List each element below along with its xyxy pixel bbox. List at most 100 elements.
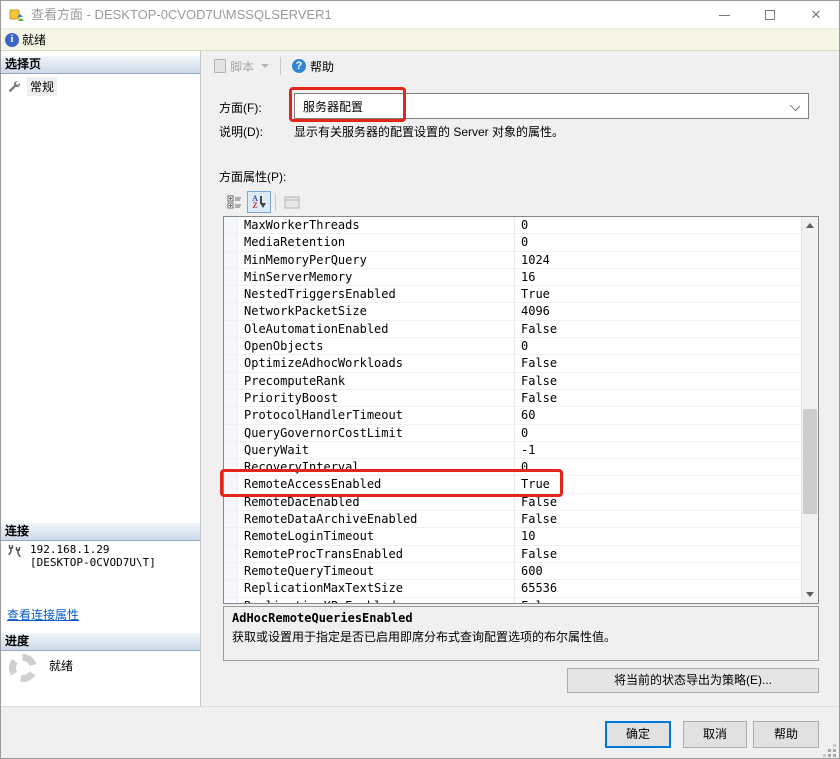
facets-app-icon <box>9 7 25 23</box>
property-value[interactable]: 0 <box>514 338 801 354</box>
categorized-view-button[interactable] <box>223 191 247 213</box>
property-value[interactable]: 16 <box>514 269 801 285</box>
property-row[interactable]: RemoteAccessEnabledTrue <box>224 476 801 493</box>
property-name: MediaRetention <box>238 234 514 250</box>
row-gutter <box>224 425 238 441</box>
property-value[interactable]: -1 <box>514 442 801 458</box>
property-value[interactable]: 10 <box>514 528 801 544</box>
property-row[interactable]: PrecomputeRankFalse <box>224 373 801 390</box>
scroll-down-icon <box>806 592 814 597</box>
property-row[interactable]: QueryGovernorCostLimit0 <box>224 425 801 442</box>
property-value[interactable]: True <box>514 476 801 492</box>
property-row[interactable]: RecoveryInterval0 <box>224 459 801 476</box>
alphabetical-sort-button[interactable]: AZ <box>247 191 271 213</box>
property-value[interactable]: 60 <box>514 407 801 423</box>
categorized-icon <box>227 194 243 210</box>
select-page-header: 选择页 <box>1 56 200 74</box>
property-value[interactable]: 0 <box>514 459 801 475</box>
property-name: RemoteProcTransEnabled <box>238 546 514 562</box>
dialog-footer: 确定 取消 帮助 <box>1 706 839 759</box>
property-row[interactable]: MinServerMemory16 <box>224 269 801 286</box>
property-row[interactable]: RemoteQueryTimeout600 <box>224 563 801 580</box>
property-value[interactable]: 0 <box>514 217 801 233</box>
view-connection-properties-link[interactable]: 查看连接属性 <box>7 606 79 623</box>
property-row[interactable]: PriorityBoostFalse <box>224 390 801 407</box>
row-gutter <box>224 598 238 603</box>
property-value[interactable]: 0 <box>514 234 801 250</box>
ok-button[interactable]: 确定 <box>605 721 671 748</box>
property-row[interactable]: RemoteProcTransEnabledFalse <box>224 546 801 563</box>
help-toolbar-button[interactable]: ? 帮助 <box>288 56 338 77</box>
property-row[interactable]: QueryWait-1 <box>224 442 801 459</box>
property-row[interactable]: RemoteLoginTimeout10 <box>224 528 801 545</box>
command-toolbar: 脚本 ? 帮助 <box>202 51 840 81</box>
property-grid[interactable]: MaxWorkerThreads0MediaRetention0MinMemor… <box>223 216 819 604</box>
maximize-button[interactable] <box>747 1 793 29</box>
property-value[interactable]: 0 <box>514 425 801 441</box>
close-button[interactable]: ✕ <box>793 1 839 29</box>
property-name: RemoteDacEnabled <box>238 494 514 510</box>
vertical-scrollbar[interactable] <box>801 217 818 603</box>
property-value[interactable]: False <box>514 373 801 389</box>
property-value[interactable]: False <box>514 511 801 527</box>
titlebar: 查看方面 - DESKTOP-0CVOD7U\MSSQLSERVER1 ✕ <box>1 1 839 29</box>
row-gutter <box>224 494 238 510</box>
property-row[interactable]: ProtocolHandlerTimeout60 <box>224 407 801 424</box>
script-icon <box>214 59 226 73</box>
property-name: MinMemoryPerQuery <box>238 252 514 268</box>
property-row[interactable]: OleAutomationEnabledFalse <box>224 321 801 338</box>
help-button[interactable]: 帮助 <box>753 721 819 748</box>
property-value[interactable]: False <box>514 321 801 337</box>
property-row[interactable]: ReplicationMaxTextSize65536 <box>224 580 801 597</box>
row-gutter <box>224 321 238 337</box>
property-value[interactable]: False <box>514 355 801 371</box>
property-row[interactable]: NetworkPacketSize4096 <box>224 303 801 320</box>
connection-icon <box>7 543 23 559</box>
export-policy-button[interactable]: 将当前的状态导出为策略(E)... <box>567 668 819 693</box>
property-value[interactable]: False <box>514 598 801 603</box>
property-value[interactable]: 1024 <box>514 252 801 268</box>
property-row[interactable]: MaxWorkerThreads0 <box>224 217 801 234</box>
facet-label: 方面(F): <box>219 99 262 116</box>
script-button[interactable]: 脚本 <box>210 56 273 77</box>
progress-header: 进度 <box>1 633 200 651</box>
row-gutter <box>224 476 238 492</box>
property-value[interactable]: 65536 <box>514 580 801 596</box>
progress-status-text: 就绪 <box>49 657 73 674</box>
property-row[interactable]: NestedTriggersEnabledTrue <box>224 286 801 303</box>
property-value[interactable]: True <box>514 286 801 302</box>
mini-toolbar-separator <box>275 193 276 211</box>
property-name: PrecomputeRank <box>238 373 514 389</box>
property-row[interactable]: MediaRetention0 <box>224 234 801 251</box>
row-gutter <box>224 511 238 527</box>
property-row[interactable]: RemoteDacEnabledFalse <box>224 494 801 511</box>
property-row[interactable]: OpenObjects0 <box>224 338 801 355</box>
row-gutter <box>224 390 238 406</box>
property-row[interactable]: MinMemoryPerQuery1024 <box>224 252 801 269</box>
help-icon: ? <box>292 59 306 73</box>
property-row[interactable]: RemoteDataArchiveEnabledFalse <box>224 511 801 528</box>
facet-properties-label: 方面属性(P): <box>219 168 286 185</box>
az-arrow-icon <box>260 203 266 208</box>
property-value[interactable]: 4096 <box>514 303 801 319</box>
property-row[interactable]: OptimizeAdhocWorkloadsFalse <box>224 355 801 372</box>
property-row[interactable]: ReplicationXPsEnabledFalse <box>224 598 801 603</box>
scroll-down-button[interactable] <box>802 586 818 603</box>
resize-grip[interactable] <box>833 754 836 757</box>
property-value[interactable]: False <box>514 494 801 510</box>
property-value[interactable]: False <box>514 546 801 562</box>
cancel-button[interactable]: 取消 <box>683 721 747 748</box>
property-value[interactable]: False <box>514 390 801 406</box>
minimize-button[interactable] <box>701 1 747 29</box>
toolbar-separator <box>280 57 281 75</box>
view-facets-dialog: 查看方面 - DESKTOP-0CVOD7U\MSSQLSERVER1 ✕ i … <box>0 0 840 759</box>
scroll-up-button[interactable] <box>802 217 818 234</box>
property-value[interactable]: 600 <box>514 563 801 579</box>
scrollbar-thumb[interactable] <box>803 409 817 514</box>
property-name: QueryWait <box>238 442 514 458</box>
facet-combobox[interactable]: 服务器配置 <box>294 93 809 119</box>
row-gutter <box>224 563 238 579</box>
sidebar-item-general[interactable]: 常规 <box>7 77 57 96</box>
row-gutter <box>224 459 238 475</box>
property-name: MinServerMemory <box>238 269 514 285</box>
